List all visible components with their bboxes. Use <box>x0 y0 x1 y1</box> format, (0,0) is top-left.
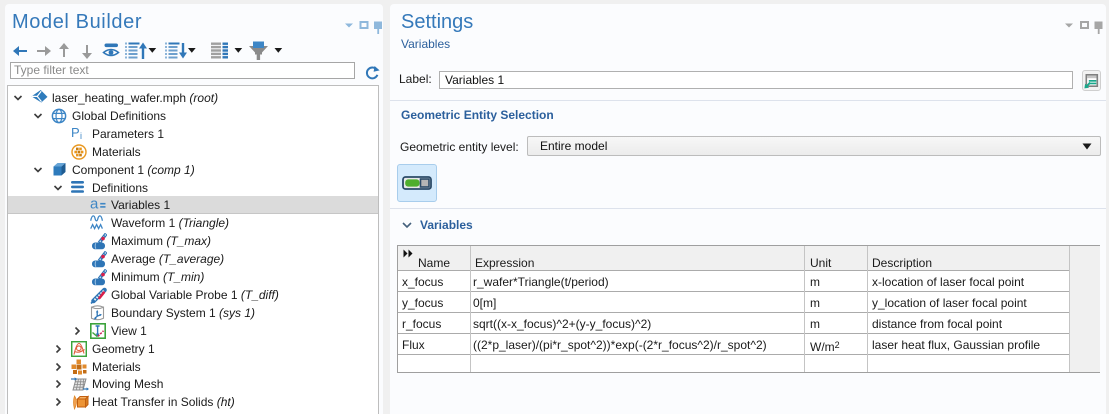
svg-text:a: a <box>90 197 99 211</box>
svg-text:P: P <box>71 126 80 140</box>
svg-text:i: i <box>80 131 82 140</box>
